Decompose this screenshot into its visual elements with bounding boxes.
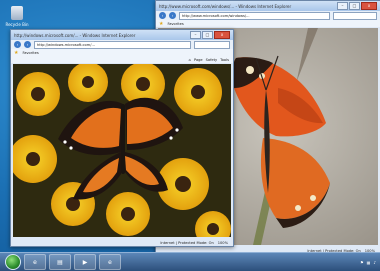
front-window-favorites-label[interactable]: Favorites xyxy=(22,51,38,55)
minimize-button[interactable]: – xyxy=(337,2,348,10)
internet-explorer-icon: e xyxy=(108,258,112,266)
system-tray: ⚑ ▦ ♪ xyxy=(360,260,380,265)
volume-icon[interactable]: ♪ xyxy=(373,260,376,265)
minimize-button[interactable]: – xyxy=(190,31,201,39)
maximize-button[interactable]: □ xyxy=(202,31,213,39)
back-window-title: http://www.microsoft.com/windows/... - W… xyxy=(159,3,292,9)
internet-explorer-icon: e xyxy=(33,258,37,266)
taskbar-button-ie[interactable]: e xyxy=(24,254,46,270)
cmd-page[interactable]: Page xyxy=(194,58,203,62)
taskbar: e ▤ ▶ e ⚑ ▦ ♪ xyxy=(0,252,380,271)
back-window-favorites-bar: ★ Favorites xyxy=(156,20,380,27)
close-button[interactable]: x xyxy=(361,2,377,10)
back-window-favorites-label[interactable]: Favorites xyxy=(167,22,183,26)
back-arrow-icon[interactable]: ‹ xyxy=(14,41,21,48)
start-button[interactable] xyxy=(5,254,21,270)
front-window-favorites-bar: ★ Favorites xyxy=(11,49,233,56)
favorites-star-icon[interactable]: ★ xyxy=(159,21,163,27)
front-window-page-content xyxy=(13,64,231,237)
taskbar-button-media-player[interactable]: ▶ xyxy=(74,254,96,270)
front-window-zoom[interactable]: 100% xyxy=(218,241,228,245)
recycle-bin-label: Recycle Bin xyxy=(5,22,29,27)
front-window-title: http://windows.microsoft.com/... - Windo… xyxy=(14,32,136,38)
back-window-titlebar[interactable]: http://www.microsoft.com/windows/... - W… xyxy=(156,1,380,11)
cmd-safety[interactable]: Safety xyxy=(206,58,218,62)
back-window-address-bar[interactable]: http://www.microsoft.com/windows/... xyxy=(179,11,330,20)
front-window-titlebar[interactable]: http://windows.microsoft.com/... - Windo… xyxy=(11,30,233,40)
forward-arrow-icon[interactable]: › xyxy=(169,12,176,19)
front-window-statusbar: Internet | Protected Mode: On 100% xyxy=(11,239,233,246)
recycle-bin-icon xyxy=(11,6,23,20)
folder-icon: ▤ xyxy=(57,258,63,266)
back-arrow-icon[interactable]: ‹ xyxy=(159,12,166,19)
taskbar-button-explorer[interactable]: ▤ xyxy=(49,254,71,270)
front-window-address-bar[interactable]: http://windows.microsoft.com/... xyxy=(34,40,191,49)
taskbar-button-ie-2[interactable]: e xyxy=(99,254,121,270)
butterfly-photo-monarch-on-flowers xyxy=(13,64,231,237)
front-window-status-zone: Internet | Protected Mode: On xyxy=(160,240,214,245)
front-window-address-row: ‹ › http://windows.microsoft.com/... xyxy=(11,40,233,49)
back-window-address-row: ‹ › http://www.microsoft.com/windows/... xyxy=(156,11,380,20)
favorites-star-icon[interactable]: ★ xyxy=(14,50,18,56)
desktop-icon-recycle-bin[interactable]: Recycle Bin xyxy=(5,6,29,27)
front-browser-window[interactable]: http://windows.microsoft.com/... - Windo… xyxy=(10,29,234,247)
front-window-search-box[interactable] xyxy=(194,40,230,49)
network-icon[interactable]: ▦ xyxy=(367,260,371,265)
home-icon[interactable]: ⌂ xyxy=(189,58,191,62)
maximize-button[interactable]: □ xyxy=(349,2,360,10)
media-player-icon: ▶ xyxy=(82,258,88,266)
back-window-search-box[interactable] xyxy=(333,11,377,20)
flag-icon[interactable]: ⚑ xyxy=(360,260,364,265)
close-button[interactable]: x xyxy=(214,31,230,39)
forward-arrow-icon[interactable]: › xyxy=(24,41,31,48)
cmd-tools[interactable]: Tools xyxy=(220,58,229,62)
front-window-command-bar: ⌂ Page Safety Tools xyxy=(11,56,233,63)
